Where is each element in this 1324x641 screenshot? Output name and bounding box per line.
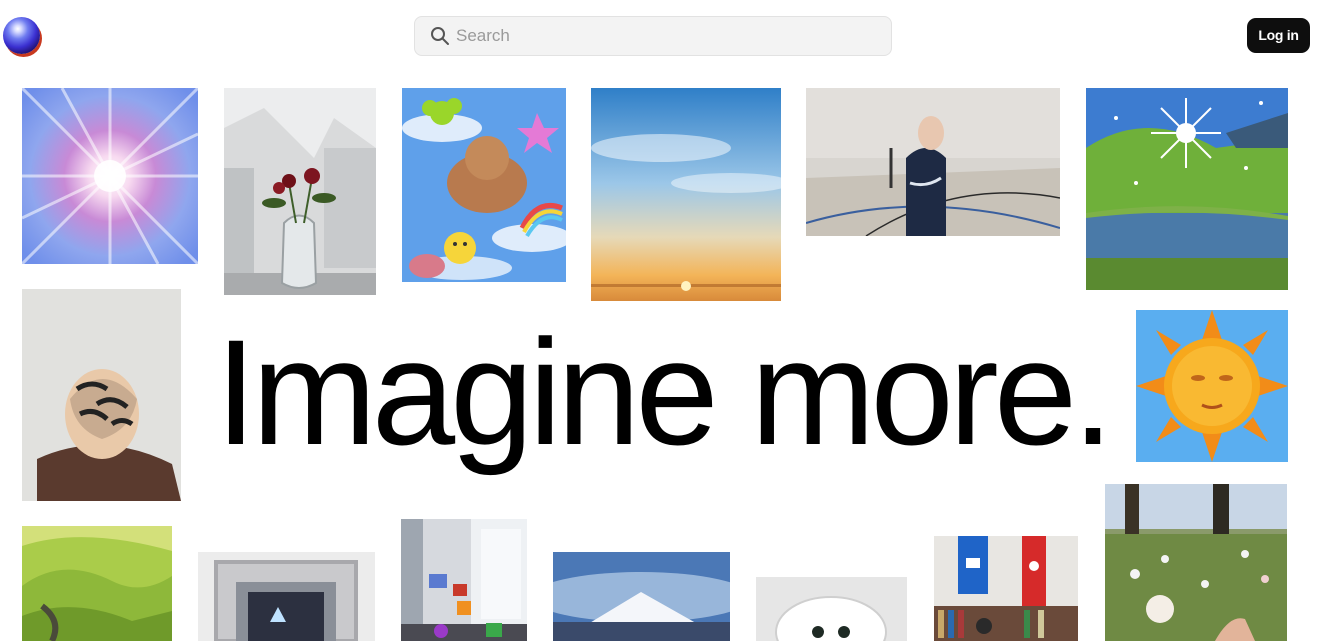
search-input[interactable] — [456, 17, 876, 55]
mountain-image[interactable] — [553, 552, 730, 641]
fluffy-creature-image[interactable] — [756, 577, 907, 641]
logo-orb-icon[interactable] — [3, 17, 40, 54]
search-bar[interactable] — [414, 16, 892, 56]
search-icon — [431, 27, 449, 45]
sky-sunset-image[interactable] — [591, 88, 781, 301]
green-hills-image[interactable] — [22, 526, 172, 641]
hero-headline: Imagine more. — [215, 308, 1114, 476]
chrome-frame-image[interactable] — [198, 552, 375, 641]
sticker-collage-image[interactable] — [402, 88, 566, 282]
wildflowers-image[interactable] — [1105, 484, 1287, 641]
login-button[interactable]: Log in — [1247, 18, 1310, 53]
rose-vase-image[interactable] — [224, 88, 376, 295]
radial-burst-image[interactable] — [22, 88, 198, 264]
window-room-image[interactable] — [401, 519, 527, 641]
gym-person-image[interactable] — [806, 88, 1060, 236]
sparkle-lake-image[interactable] — [1086, 88, 1288, 290]
library-banners-image[interactable] — [934, 536, 1078, 641]
